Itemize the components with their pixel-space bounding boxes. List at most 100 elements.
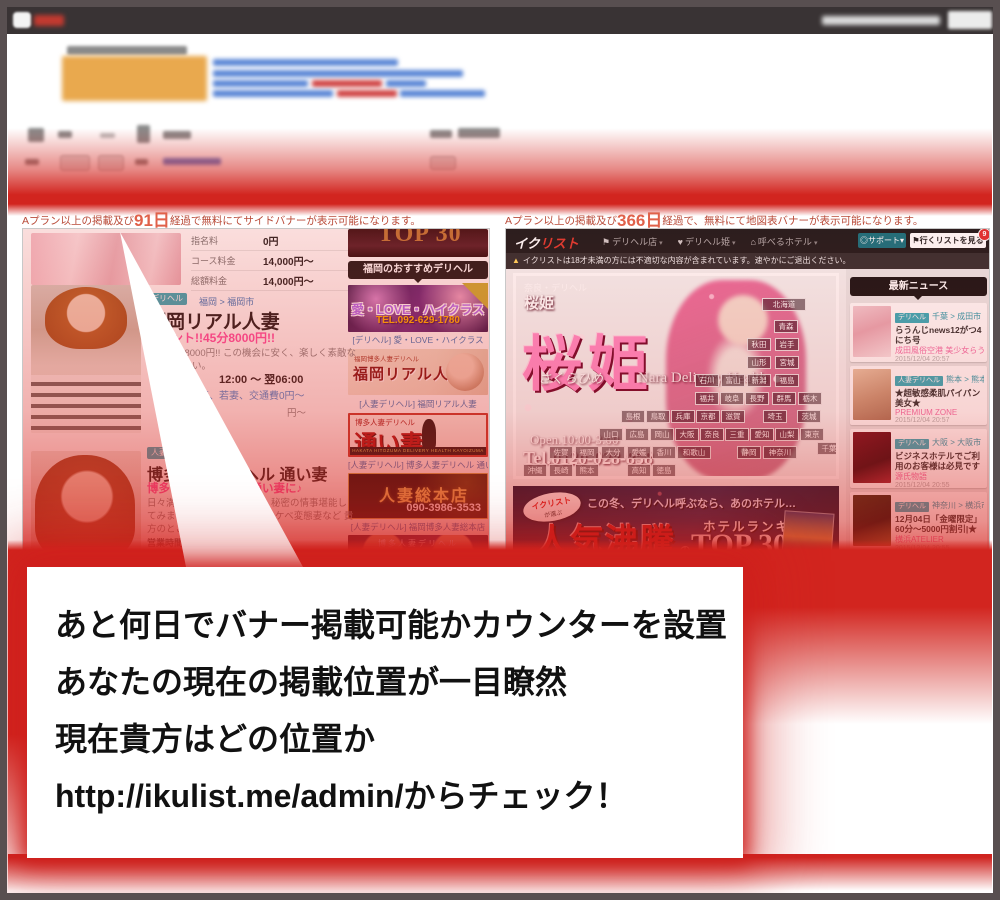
news-shop-link[interactable]: 成田風俗空港 美少女らうんじ [895,345,984,356]
pref-button[interactable]: 群馬 [772,392,796,405]
message-box: あと何日でバナー掲載可能かカウンターを設置 あなたの現在の掲載位置が一目瞭然 現… [27,567,743,858]
pref-button[interactable]: 三重 [725,428,749,441]
news-title[interactable]: らうんじnews12がつ4にち号 [895,325,984,345]
notice-link-blurred[interactable] [400,90,485,97]
admin-topbar [7,7,993,34]
pref-button[interactable]: 島根 [621,410,645,423]
pref-button[interactable]: 埼玉 [763,410,787,423]
red-glow-bottom [8,854,992,894]
banner-caption-link[interactable]: [デリヘル] 愛・LOVE・ハイクラス [348,334,488,345]
banner-caption-link[interactable]: [人妻デリヘル] 博多人妻デリヘル 通い妻 [348,459,488,470]
business-hours: 12:00 〜 翌06:00 [219,374,304,386]
pref-button[interactable]: 新潟 [747,374,771,387]
notice-link-blurred[interactable] [386,80,426,87]
news-thumbnail [853,306,891,357]
news-title[interactable]: ★超敏感柔肌パイパン美女★ [895,388,984,408]
site-nav: ⚑ デリヘル店 ▾ ♥ デリヘル姫 ▾ ⌂ 呼べるホテル ▾ [602,229,817,253]
pref-button[interactable]: 長崎 [549,464,573,476]
pref-button[interactable]: 青森 [774,320,798,333]
pref-button[interactable]: 高知 [627,464,651,476]
pref-button[interactable]: 佐賀 [549,446,573,459]
feature-tags[interactable]: 人妻、若妻、交通費0円〜 [189,387,305,402]
pref-button[interactable]: 福岡 [575,446,599,459]
pref-button[interactable]: 岡山 [650,428,674,441]
pref-button[interactable]: 愛媛 [627,446,651,459]
news-item[interactable]: デリヘル大阪 > 大阪市ビジネスホテルでご利用のお客様は必見です★源氏物語201… [850,429,987,488]
site-logo[interactable]: イクリスト [514,233,579,252]
view-list-button[interactable]: ⚑行くリストを見る [910,233,986,248]
pref-button[interactable]: 広島 [625,428,649,441]
banner-strip-text: HAKATA HITOZUMA DELIVERY HEALTH KAYOIZUM… [350,447,486,455]
news-item[interactable]: 人妻デリヘル熊本 > 熊本市★超敏感柔肌パイパン美女★PREMIUM ZONE2… [850,366,987,425]
price-row: コース料金 14,000円〜 [191,251,369,271]
news-location-link[interactable]: 熊本 > 熊本市 [946,375,984,384]
banner-caption-link[interactable]: [人妻デリヘル] 福岡リアル人妻 [348,398,488,409]
pref-button[interactable]: 北海道 [762,298,806,311]
logout-button-blurred[interactable] [948,11,992,29]
banner-caption-link[interactable]: [人妻デリヘル] 福岡博多人妻総本店 [348,521,488,532]
header-nav-item[interactable]: ♥ デリヘル姫 ▾ [678,235,736,248]
hero-banner-sakurahime[interactable]: 奈良・デリヘル 桜姫 桜姫 さくらひめ Nara Delivery Health… [513,273,839,479]
pref-button[interactable]: 静岡 [737,446,761,459]
pref-button[interactable]: 福島 [775,374,799,387]
pref-button[interactable]: 福井 [695,392,719,405]
shop-description: ケベ変態妻など 貴 [275,511,354,522]
top30-banner-fragment[interactable]: TOP 30 [348,229,488,257]
pref-button[interactable]: 長野 [745,392,769,405]
pref-button[interactable]: 岐阜 [720,392,744,405]
pref-button[interactable]: 宮城 [775,356,799,369]
news-title[interactable]: 12月04日「金曜限定」60分〜5000円割引|★【キング割】 [895,514,984,534]
pref-button[interactable]: 山梨 [775,428,799,441]
pref-button[interactable]: 兵庫 [671,410,695,423]
warning-icon: ▲ [512,256,520,265]
pref-button[interactable]: 香川 [652,446,676,459]
pref-button[interactable]: 茨城 [797,410,821,423]
ad-banner[interactable]: 福岡博多人妻デリヘル 福岡リアル人妻 [348,349,488,395]
pref-button[interactable]: 熊本 [575,464,599,476]
news-shop-link[interactable]: 源氏物語 [895,471,984,482]
news-location-link[interactable]: 大阪 > 大阪市 [932,438,981,447]
news-location-link[interactable]: 千葉 > 成田市 [932,312,981,321]
pref-button[interactable]: 富山 [721,374,745,387]
notice-link-blurred[interactable] [213,59,398,66]
news-thumbnail [853,495,891,546]
pref-button[interactable]: 滋賀 [721,410,745,423]
news-body: デリヘル大阪 > 大阪市ビジネスホテルでご利用のお客様は必見です★源氏物語201… [895,432,984,488]
pref-button[interactable]: 栃木 [798,392,822,405]
notice-link-blurred[interactable] [213,90,333,97]
notice-link-blurred[interactable] [213,70,463,77]
ad-banner[interactable]: 博多人妻デリヘル 通い妻 HAKATA HITOZUMA DELIVERY HEAL… [348,413,488,457]
ad-banner[interactable]: 090-3986-3533 人妻総本店 [348,473,488,519]
news-location-link[interactable]: 神奈川 > 横浜市 [932,501,984,510]
pref-button[interactable]: 徳島 [652,464,676,476]
pref-button[interactable]: 和歌山 [677,446,711,459]
notice-link-blurred[interactable] [213,80,308,87]
pref-button[interactable]: 山形 [747,356,771,369]
pref-button[interactable]: 奈良 [700,428,724,441]
pref-button[interactable]: 東京 [800,428,824,441]
pref-button[interactable]: 大阪 [675,428,699,441]
pref-button[interactable]: 千葉 [817,442,836,455]
pref-button[interactable]: 愛知 [750,428,774,441]
pref-button[interactable]: 石川 [695,374,719,387]
header-nav-item[interactable]: ⚑ デリヘル店 ▾ [602,235,663,248]
event-text: イベント!!45分8000円!! [147,331,276,345]
banner-main-text: 人妻総本店 [379,488,470,505]
pref-button[interactable]: 秋田 [747,338,771,351]
pref-button[interactable]: 神奈川 [763,446,797,459]
pref-button[interactable]: 山口 [599,428,623,441]
news-title[interactable]: ビジネスホテルでご利用のお客様は必見です★ [895,451,984,471]
pref-button[interactable]: 鹿児島 [549,476,583,479]
pref-button[interactable]: 沖縄 [523,464,547,476]
girl-photo[interactable] [31,285,141,433]
heart-icon: ♥ [677,236,683,247]
support-button[interactable]: ◎サポート▾ [858,233,906,248]
news-shop-link[interactable]: PREMIUM ZONE [895,408,984,417]
pref-button[interactable]: 岩手 [775,338,799,351]
pref-button[interactable]: 鳥取 [646,410,670,423]
pref-button[interactable]: 大分 [601,446,625,459]
header-nav-item[interactable]: ⌂ 呼べるホテル ▾ [750,235,817,248]
price-table: 指名料 0円 コース料金 14,000円〜 総額料金 14,000円〜 [191,231,369,291]
news-item[interactable]: デリヘル 千葉 > 成田市 らうんじnews12がつ4にち号 成田風俗空港 美少女らう… [850,303,987,362]
pref-button[interactable]: 京都 [696,410,720,423]
